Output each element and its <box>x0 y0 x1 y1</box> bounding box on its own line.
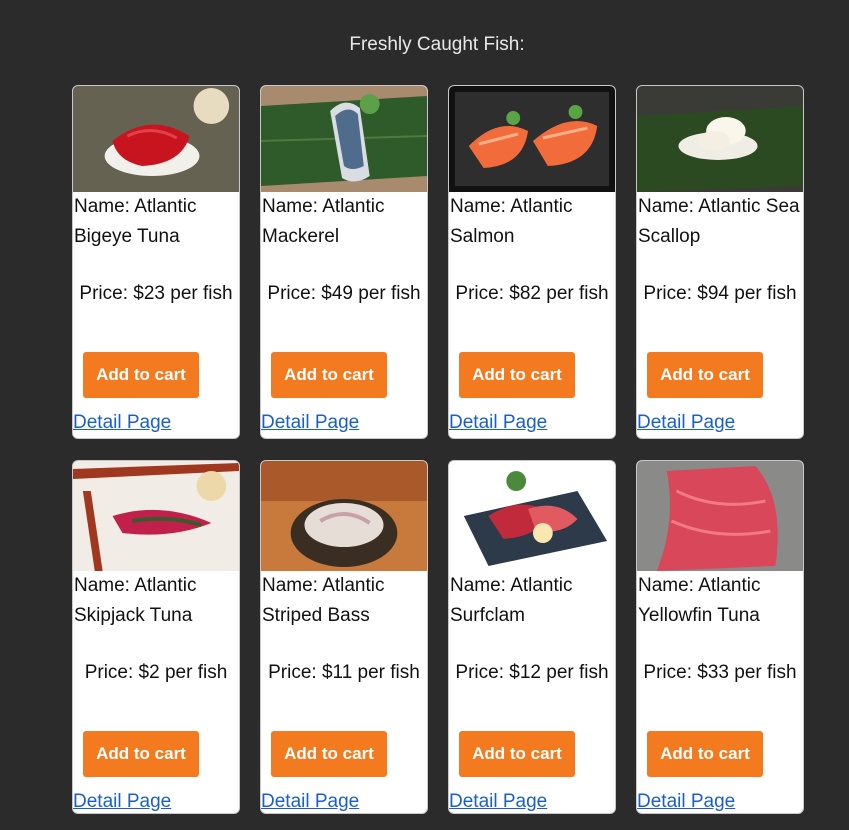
product-name: Name: Atlantic Sea Scallop <box>638 196 800 247</box>
product-card: Name: Atlantic Striped Bass Price: $11 p… <box>260 460 428 814</box>
surfclam-sashimi-image <box>449 461 615 571</box>
product-price: Price: $2 per fish <box>84 662 228 683</box>
product-price: Price: $49 per fish <box>267 283 421 304</box>
bigeye-tuna-nigiri-image <box>73 86 239 192</box>
product-price: Price: $82 per fish <box>455 283 609 304</box>
mackerel-nigiri-image <box>261 86 427 192</box>
product-name: Name: Atlantic Surfclam <box>450 575 573 626</box>
add-to-cart-button[interactable]: Add to cart <box>459 731 575 777</box>
product-card: Name: Atlantic Yellowfin Tuna Price: $33… <box>636 460 804 814</box>
add-to-cart-button[interactable]: Add to cart <box>83 352 199 398</box>
detail-page-link[interactable]: Detail Page <box>637 412 735 434</box>
add-to-cart-button[interactable]: Add to cart <box>459 352 575 398</box>
product-card: Name: Atlantic Salmon Price: $82 per fis… <box>448 85 616 439</box>
product-price: Price: $23 per fish <box>79 283 233 304</box>
product-price: Price: $33 per fish <box>643 662 797 683</box>
product-name: Name: Atlantic Yellowfin Tuna <box>638 575 761 626</box>
add-to-cart-button[interactable]: Add to cart <box>647 731 763 777</box>
detail-page-link[interactable]: Detail Page <box>73 791 171 813</box>
add-to-cart-button[interactable]: Add to cart <box>647 352 763 398</box>
page-title: Freshly Caught Fish: <box>349 34 525 55</box>
product-card: Name: Atlantic Mackerel Price: $49 per f… <box>260 85 428 439</box>
skipjack-tuna-nigiri-image <box>73 461 239 571</box>
product-grid: Name: Atlantic Bigeye Tuna Price: $23 pe… <box>72 85 804 814</box>
product-name: Name: Atlantic Salmon <box>450 196 573 247</box>
product-name: Name: Atlantic Skipjack Tuna <box>74 575 197 626</box>
product-price: Price: $11 per fish <box>268 662 420 683</box>
add-to-cart-button[interactable]: Add to cart <box>271 352 387 398</box>
detail-page-link[interactable]: Detail Page <box>637 791 735 813</box>
product-card: Name: Atlantic Bigeye Tuna Price: $23 pe… <box>72 85 240 439</box>
striped-bass-sashimi-image <box>261 461 427 571</box>
add-to-cart-button[interactable]: Add to cart <box>83 731 199 777</box>
detail-page-link[interactable]: Detail Page <box>261 412 359 434</box>
detail-page-link[interactable]: Detail Page <box>73 412 171 434</box>
product-price: Price: $12 per fish <box>455 662 609 683</box>
product-name: Name: Atlantic Mackerel <box>262 196 385 247</box>
add-to-cart-button[interactable]: Add to cart <box>271 731 387 777</box>
product-name: Name: Atlantic Bigeye Tuna <box>74 196 197 247</box>
product-name: Name: Atlantic Striped Bass <box>262 575 385 626</box>
product-card: Name: Atlantic Skipjack Tuna Price: $2 p… <box>72 460 240 814</box>
product-card: Name: Atlantic Sea Scallop Price: $94 pe… <box>636 85 804 439</box>
detail-page-link[interactable]: Detail Page <box>449 412 547 434</box>
detail-page-link[interactable]: Detail Page <box>261 791 359 813</box>
yellowfin-tuna-image <box>637 461 803 571</box>
product-card: Name: Atlantic Surfclam Price: $12 per f… <box>448 460 616 814</box>
product-price: Price: $94 per fish <box>643 283 797 304</box>
scallop-nigiri-image <box>637 86 803 192</box>
detail-page-link[interactable]: Detail Page <box>449 791 547 813</box>
salmon-nigiri-image <box>449 86 615 192</box>
